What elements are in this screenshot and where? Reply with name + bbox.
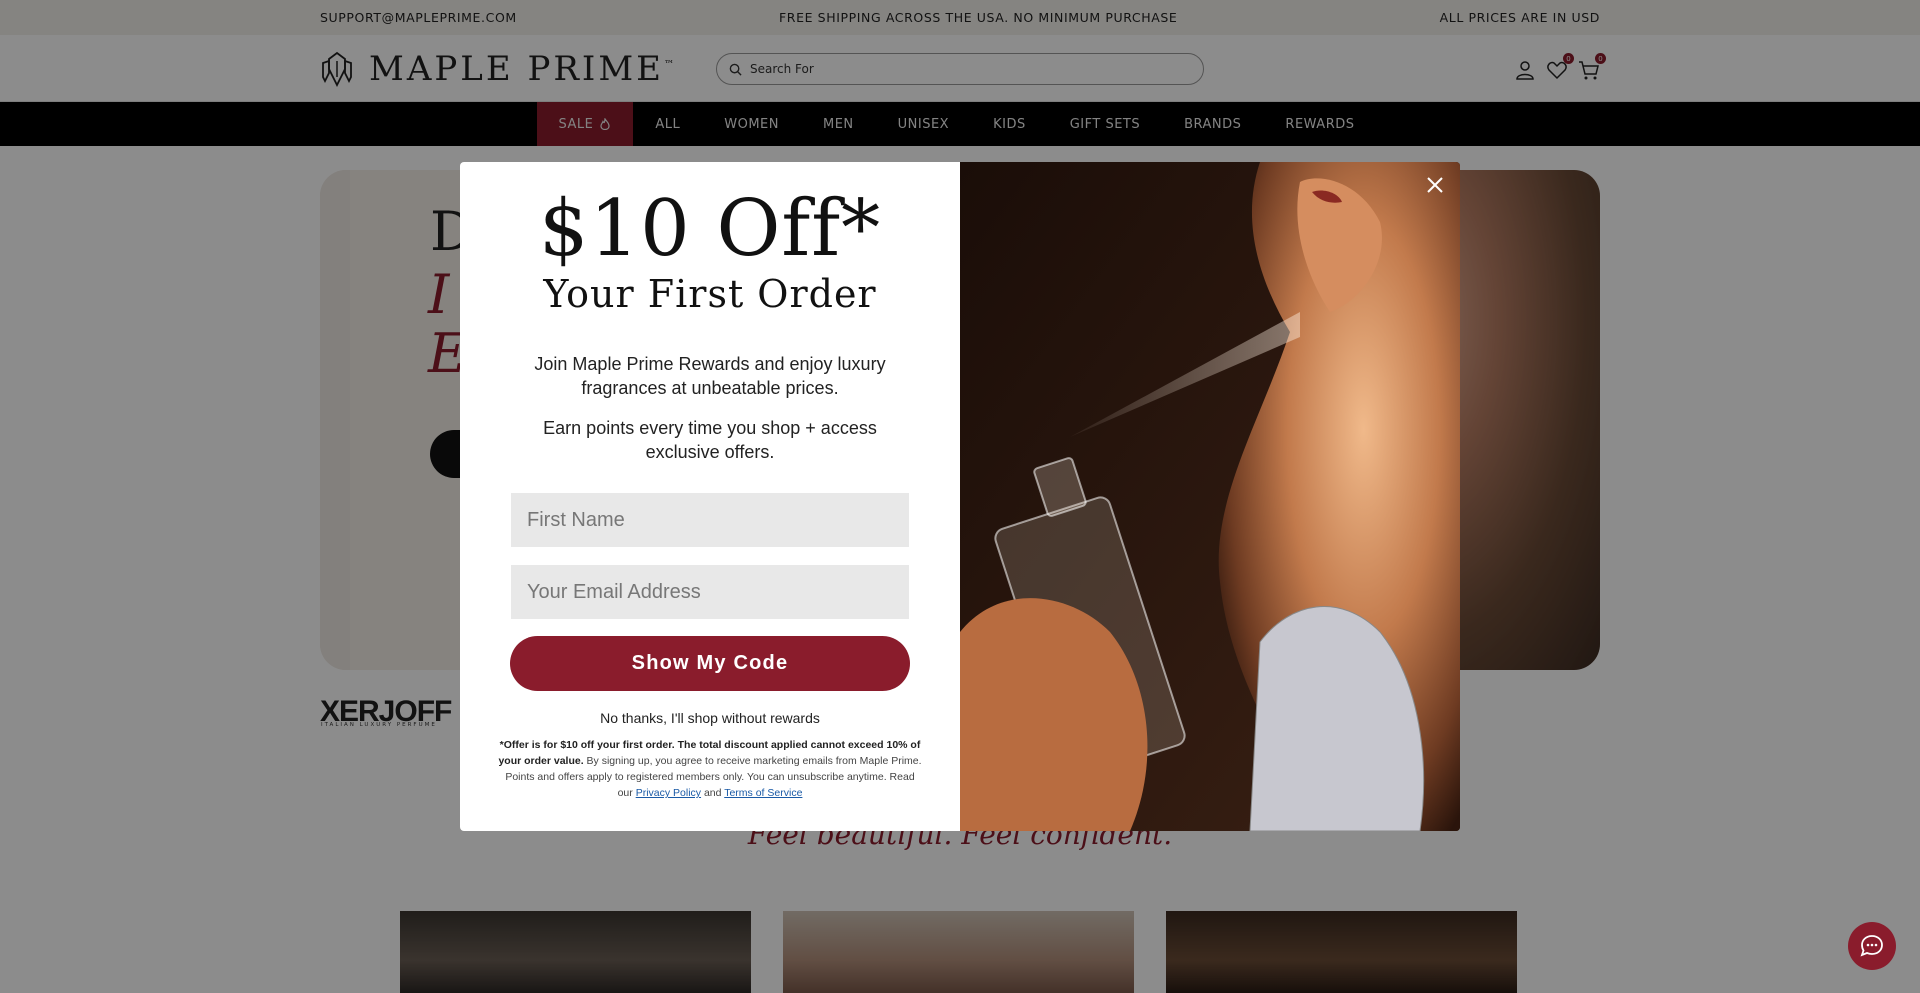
modal-perfume-image <box>960 162 1460 831</box>
chat-launcher-button[interactable] <box>1848 922 1896 970</box>
offer-benefits: Earn points every time you shop + access… <box>543 418 877 462</box>
terms-of-service-link[interactable]: Terms of Service <box>724 787 802 799</box>
modal-form-panel: $10 Off* Your First Order Join Maple Pri… <box>460 162 960 831</box>
first-name-field[interactable] <box>511 493 909 547</box>
privacy-policy-link[interactable]: Privacy Policy <box>636 787 701 799</box>
no-thanks-link[interactable]: No thanks, I'll shop without rewards <box>460 710 960 726</box>
offer-fine-print: *Offer is for $10 off your first order. … <box>498 739 922 799</box>
show-code-button[interactable]: Show My Code <box>510 636 910 691</box>
close-icon[interactable] <box>1422 172 1448 198</box>
rewards-signup-modal: $10 Off* Your First Order Join Maple Pri… <box>460 162 1460 831</box>
offer-subheadline: Your First Order <box>543 272 877 316</box>
offer-headline: $10 Off* <box>538 184 882 274</box>
email-field[interactable] <box>511 565 909 619</box>
perfume-spray-illustration <box>960 162 1460 831</box>
chat-bubble-icon <box>1860 935 1883 957</box>
close-modal-button[interactable] <box>1422 172 1448 198</box>
offer-description: Join Maple Prime Rewards and enjoy luxur… <box>534 354 886 398</box>
